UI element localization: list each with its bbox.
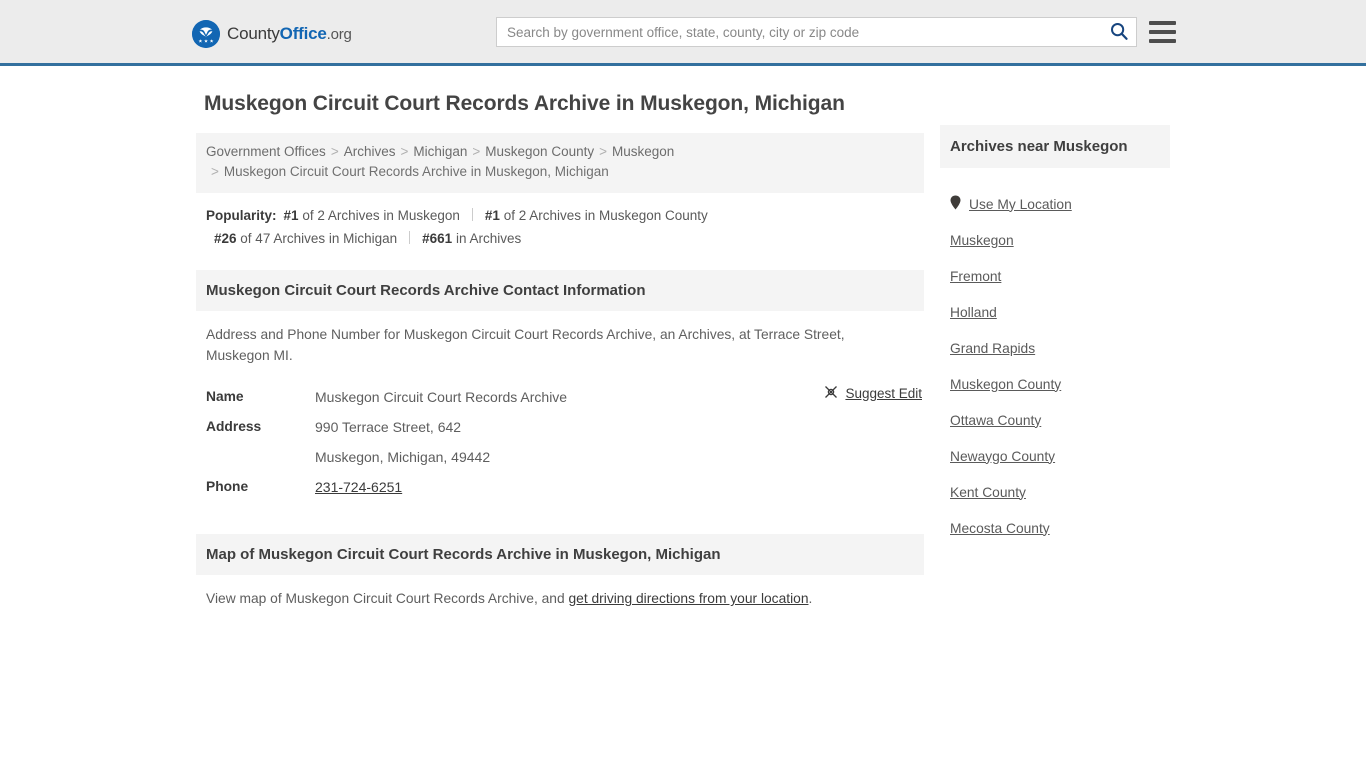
logo-text-org: .org [326, 26, 352, 43]
sidebar-link-grand-rapids[interactable]: Grand Rapids [950, 341, 1035, 356]
popularity-row-2: #26 of 47 Archives in Michigan #661 in Ar… [206, 227, 914, 250]
contact-details-table: Name Muskegon Circuit Court Records Arch… [196, 382, 924, 502]
driving-directions-link[interactable]: get driving directions from your locatio… [568, 591, 808, 606]
breadcrumb-current-row: > Muskegon Circuit Court Records Archive … [206, 162, 914, 182]
popularity-rank-4-text: in Archives [455, 231, 522, 246]
popularity-section: Popularity: #1 of 2 Archives in Muskegon #… [196, 193, 924, 250]
edit-pencil-icon [824, 385, 838, 402]
breadcrumb-separator: > [330, 144, 339, 159]
map-section-description: View map of Muskegon Circuit Court Recor… [196, 575, 924, 609]
breadcrumb-separator: > [599, 144, 607, 159]
sidebar-item-fremont[interactable]: Fremont [950, 258, 1160, 294]
search-icon [1110, 22, 1128, 43]
use-my-location-link[interactable]: Use My Location [969, 197, 1072, 212]
map-section-heading: Map of Muskegon Circuit Court Records Ar… [196, 534, 924, 575]
main-content: Muskegon Circuit Court Records Archive i… [196, 82, 924, 609]
search-bar[interactable] [496, 17, 1137, 47]
site-header: CountyOffice.org [0, 0, 1366, 66]
popularity-rank-1-text: of 2 Archives in Muskegon [302, 208, 460, 223]
breadcrumb-separator: > [211, 164, 219, 179]
sidebar-link-mecosta-county[interactable]: Mecosta County [950, 521, 1050, 536]
site-logo-text: CountyOffice.org [227, 24, 352, 44]
sidebar-item-kent-county[interactable]: Kent County [950, 474, 1160, 510]
contact-value-address-line2: Muskegon, Michigan, 49442 [315, 449, 491, 465]
contact-key-phone: Phone [206, 479, 249, 494]
contact-row-address: Address 990 Terrace Street, 642 [206, 412, 914, 442]
phone-link[interactable]: 231-724-6251 [315, 479, 402, 495]
sidebar-item-newaygo-county[interactable]: Newaygo County [950, 438, 1160, 474]
map-desc-text-before: View map of Muskegon Circuit Court Recor… [206, 591, 569, 606]
popularity-rank-4-number: #661 [422, 231, 453, 246]
sidebar-link-kent-county[interactable]: Kent County [950, 485, 1026, 500]
sidebar-link-muskegon[interactable]: Muskegon [950, 233, 1014, 248]
suggest-edit-link[interactable]: Suggest Edit [845, 386, 922, 401]
sidebar-link-muskegon-county[interactable]: Muskegon County [950, 377, 1061, 392]
hamburger-menu-button[interactable] [1149, 19, 1176, 45]
sidebar: Archives near Muskegon Use My Location M… [940, 125, 1170, 546]
suggest-edit[interactable]: Suggest Edit [824, 385, 922, 402]
sidebar-item-muskegon[interactable]: Muskegon [950, 222, 1160, 258]
contact-section-heading: Muskegon Circuit Court Records Archive C… [196, 270, 924, 311]
breadcrumb-item-government-offices[interactable]: Government Offices [206, 144, 326, 159]
site-logo[interactable]: CountyOffice.org [192, 20, 352, 48]
breadcrumb: Government Offices > Archives > Michigan > Mus… [196, 133, 924, 193]
sidebar-item-holland[interactable]: Holland [950, 294, 1160, 330]
breadcrumb-item-michigan[interactable]: Michigan [413, 144, 467, 159]
popularity-rank-1-number: #1 [283, 208, 299, 223]
sidebar-link-list: Use My Location Muskegon Fremont Holland… [940, 168, 1170, 546]
popularity-divider [409, 231, 411, 244]
breadcrumb-item-muskegon-county[interactable]: Muskegon County [485, 144, 594, 159]
popularity-rank-2-text: of 2 Archives in Muskegon County [503, 208, 708, 223]
hamburger-menu-icon-bar-3 [1149, 39, 1176, 43]
sidebar-link-ottawa-county[interactable]: Ottawa County [950, 413, 1041, 428]
contact-value-phone: 231-724-6251 [315, 472, 402, 502]
sidebar-heading: Archives near Muskegon [940, 125, 1170, 168]
eagle-seal-logo-icon [192, 20, 220, 48]
popularity-divider [471, 208, 473, 221]
contact-row-name: Name Muskegon Circuit Court Records Arch… [206, 382, 914, 412]
popularity-rank-2-number: #1 [484, 208, 500, 223]
popularity-rank-3-number: #26 [214, 231, 237, 246]
map-desc-text-after: . [808, 591, 813, 606]
sidebar-item-mecosta-county[interactable]: Mecosta County [950, 510, 1160, 546]
breadcrumb-item-muskegon[interactable]: Muskegon [612, 144, 674, 159]
sidebar-item-ottawa-county[interactable]: Ottawa County [950, 402, 1160, 438]
contact-key-address: Address [206, 419, 262, 434]
hamburger-menu-icon-bar-1 [1149, 21, 1176, 25]
sidebar-item-muskegon-county[interactable]: Muskegon County [950, 366, 1160, 402]
sidebar-link-holland[interactable]: Holland [950, 305, 997, 320]
breadcrumb-separator: > [400, 144, 409, 159]
contact-key-name: Name [206, 389, 244, 404]
logo-text-county: County [227, 24, 280, 43]
logo-text-office: Office [279, 24, 327, 43]
popularity-row-1: Popularity: #1 of 2 Archives in Muskegon #… [206, 204, 914, 227]
popularity-label: Popularity: [206, 208, 277, 223]
breadcrumb-item-archives[interactable]: Archives [344, 144, 396, 159]
sidebar-link-fremont[interactable]: Fremont [950, 269, 1001, 284]
contact-value-name: Muskegon Circuit Court Records Archive [315, 389, 568, 405]
hamburger-menu-icon-bar-2 [1149, 30, 1176, 34]
search-input[interactable] [497, 18, 1102, 46]
sidebar-link-newaygo-county[interactable]: Newaygo County [950, 449, 1055, 464]
map-pin-icon [950, 195, 961, 213]
sidebar-item-use-my-location[interactable]: Use My Location [950, 186, 1160, 222]
contact-value-address-line1: 990 Terrace Street, 642 [315, 419, 462, 435]
sidebar-item-grand-rapids[interactable]: Grand Rapids [950, 330, 1160, 366]
contact-row-address-line2: Muskegon, Michigan, 49442 [206, 442, 914, 472]
page-title: Muskegon Circuit Court Records Archive i… [204, 92, 845, 115]
contact-row-phone: Phone 231-724-6251 [206, 472, 914, 502]
breadcrumb-separator: > [472, 144, 481, 159]
search-button[interactable] [1102, 18, 1136, 46]
breadcrumb-current: Muskegon Circuit Court Records Archive i… [223, 164, 609, 179]
contact-section-description: Address and Phone Number for Muskegon Ci… [206, 327, 845, 363]
popularity-rank-3-text: of 47 Archives in Michigan [240, 231, 398, 246]
